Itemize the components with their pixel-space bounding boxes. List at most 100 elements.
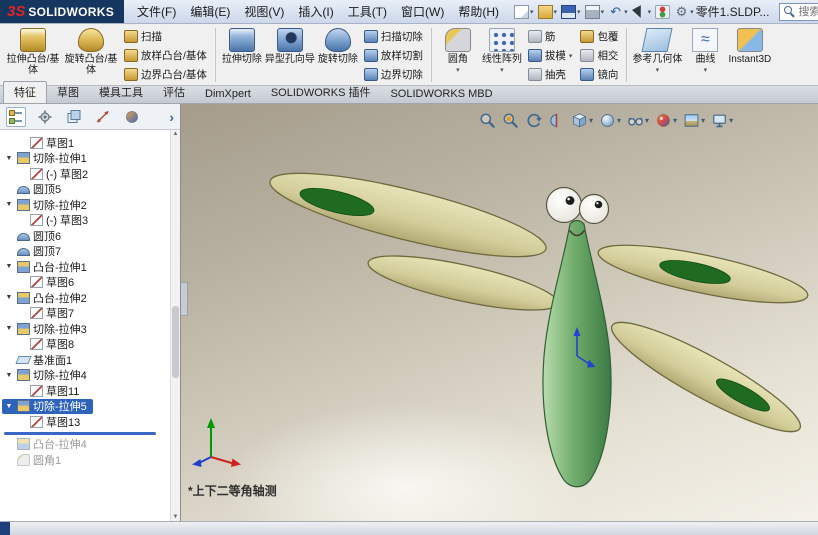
rollback-bar[interactable] [4,431,156,435]
display-style-button[interactable]: ▾ [597,111,623,130]
tree-item[interactable]: 草图7 [15,306,80,322]
tree-item[interactable]: ▼ 切除-拉伸1 [2,151,93,167]
search-icon[interactable] [784,6,795,17]
expand-arrow-icon[interactable]: ▼ [4,263,14,270]
new-document-button[interactable]: ▾ [512,4,536,20]
fillet-button[interactable]: 圆角 ▾ [436,25,480,85]
panel-splitter[interactable] [181,282,188,316]
menu-insert[interactable]: 插入(I) [291,0,340,23]
hide-show-items-button[interactable]: ▾ [625,111,651,130]
button-label: 拔模 [544,50,566,62]
tree-item[interactable]: (-) 草图2 [15,166,94,182]
hole-wizard-button[interactable]: 异型孔向导 [264,25,316,85]
menu-tools[interactable]: 工具(T) [341,0,394,23]
undo-button[interactable]: ↶ ▾ [606,4,630,20]
swept-cut-button[interactable]: 扫描切除 [360,27,427,46]
tab-evaluate[interactable]: 评估 [153,82,195,103]
tree-item[interactable]: ▼ 凸台-拉伸1 [2,259,93,275]
options-button[interactable]: ⚙ ▾ [672,4,696,20]
tree-item[interactable]: 草图11 [15,383,85,399]
configurationmanager-tab[interactable] [64,107,84,127]
expand-arrow-icon[interactable]: ▼ [4,155,14,162]
tree-item[interactable]: 圆顶5 [2,182,67,198]
dimxpertmanager-tab[interactable] [93,107,113,127]
tree-item[interactable]: ▼ 切除-拉伸2 [2,197,93,213]
menu-help[interactable]: 帮助(H) [451,0,506,23]
linear-pattern-button[interactable]: 线性阵列 ▾ [480,25,524,85]
previous-view-button[interactable] [523,111,544,130]
tree-item[interactable]: ▼ 切除-拉伸3 [2,321,93,337]
edit-appearance-button[interactable]: ▾ [653,111,679,130]
rib-button[interactable]: 筋 [524,27,577,46]
tree-scrollbar[interactable]: ▲ ▼ [170,130,180,521]
tree-item[interactable]: 圆顶6 [2,228,67,244]
scrollbar-thumb[interactable] [172,305,179,378]
shell-button[interactable]: 抽壳 [524,65,577,84]
draft-button[interactable]: 拔模 ▾ [524,46,577,65]
reference-geometry-button[interactable]: 参考几何体 ▾ [631,25,683,85]
tree-item[interactable]: 圆顶7 [2,244,67,260]
propertymanager-tab[interactable] [35,107,55,127]
tab-solidworks-mbd[interactable]: SOLIDWORKS MBD [380,86,502,103]
view-orientation-button[interactable]: ▾ [569,111,595,130]
print-button[interactable]: ▾ [583,4,607,20]
apply-scene-button[interactable]: ▾ [681,111,707,130]
tree-item[interactable]: (-) 草图3 [15,213,94,229]
expand-arrow-icon[interactable]: ▼ [4,372,14,379]
zoom-fit-button[interactable] [477,111,498,130]
tab-dimxpert[interactable]: DimXpert [195,86,261,103]
rebuild-button[interactable] [653,4,672,20]
select-button[interactable]: ▾ [630,4,654,20]
extrude-cut-button[interactable]: 拉伸切除 [220,25,264,85]
modify-small-column-1: 筋 拔模 ▾ 抽壳 [524,25,577,85]
tree-item[interactable]: ▼ 凸台-拉伸2 [2,290,93,306]
tree-item[interactable]: ▼ 切除-拉伸4 [2,368,93,384]
mirror-button[interactable]: 镜向 [576,65,622,84]
menu-view[interactable]: 视图(V) [237,0,291,23]
extrude-boss-button[interactable]: 拉伸凸台/基体 [4,25,62,85]
menu-edit[interactable]: 编辑(E) [183,0,237,23]
wrap-button[interactable]: 包覆 [576,27,622,46]
tree-item[interactable]: 草图8 [15,337,80,353]
tab-features[interactable]: 特征 [3,81,47,103]
expand-arrow-icon[interactable]: ▼ [4,201,14,208]
swept-boss-button[interactable]: 扫描 [120,27,211,46]
save-button[interactable]: ▾ [559,4,583,20]
displaymanager-tab[interactable] [122,107,142,127]
tab-solidworks-addins[interactable]: SOLIDWORKS 插件 [261,82,381,103]
scroll-down-icon[interactable]: ▼ [171,514,180,520]
tab-sketch[interactable]: 草图 [47,82,89,103]
lofted-cut-button[interactable]: 放样切割 [360,46,427,65]
instant3d-button[interactable]: Instant3D [727,25,772,85]
curves-button[interactable]: ≈ 曲线 ▾ [683,25,727,85]
tab-mold-tools[interactable]: 模具工具 [89,82,153,103]
zoom-area-button[interactable] [500,111,521,130]
tree-item[interactable]: 草图13 [15,414,86,430]
lofted-boss-button[interactable]: 放样凸台/基体 [120,46,211,65]
menu-file[interactable]: 文件(F) [130,0,183,23]
tree-item[interactable]: 凸台-拉伸4 [2,437,93,453]
open-button[interactable]: ▾ [536,4,560,20]
tree-item[interactable]: 草图6 [15,275,80,291]
view-settings-button[interactable]: ▾ [709,111,735,130]
scroll-up-icon[interactable]: ▲ [171,131,180,137]
dragonfly-model[interactable] [181,104,818,521]
graphics-viewport[interactable]: ▾ ▾ ▾ ▾ ▾ ▾ *上下二等角轴测 [181,104,818,521]
tree-item-label: 草图1 [46,137,75,150]
menu-window[interactable]: 窗口(W) [394,0,451,23]
tree-item[interactable]: 基准面1 [2,352,78,368]
title-bar: 3S SOLIDWORKS 文件(F) 编辑(E) 视图(V) 插入(I) 工具… [0,0,818,24]
tree-item[interactable]: 草图1 [15,135,80,151]
section-view-button[interactable] [546,111,567,130]
search-input[interactable] [798,5,818,18]
intersect-button[interactable]: 相交 [576,46,622,65]
expand-arrow-icon[interactable]: ▼ [4,403,14,410]
featuremanager-tab[interactable] [6,106,26,127]
expand-arrow-icon[interactable]: ▼ [4,325,14,332]
revolve-cut-button[interactable]: 旋转切除 [316,25,360,85]
tree-item[interactable]: 圆角1 [2,452,67,468]
expand-arrow-icon[interactable]: ▼ [4,294,14,301]
tree-item-selected[interactable]: ▼ 切除-拉伸5 [2,398,93,414]
expand-panel-icon[interactable]: › [169,110,174,124]
revolve-boss-button[interactable]: 旋转凸台/基体 [62,25,120,85]
